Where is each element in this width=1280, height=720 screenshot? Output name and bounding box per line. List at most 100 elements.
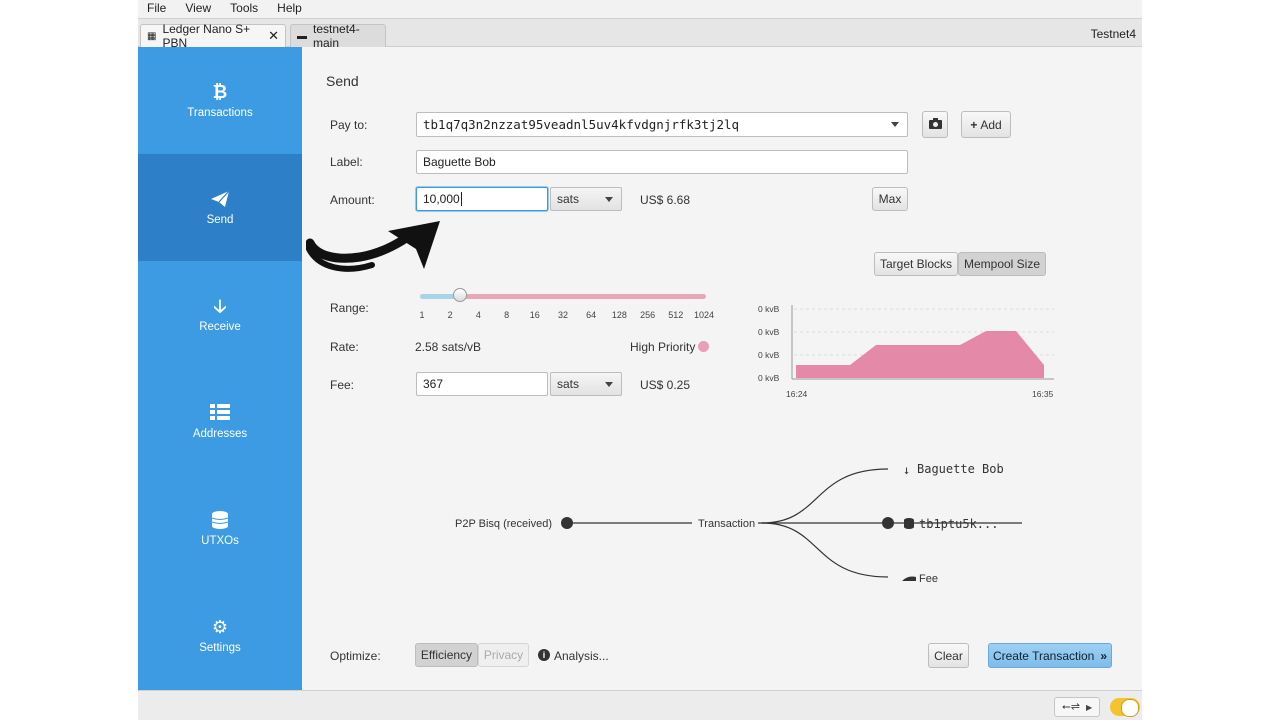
menu-tools[interactable]: Tools [221, 0, 268, 18]
camera-icon [928, 117, 942, 132]
amount-input[interactable]: 10,000 [416, 187, 548, 211]
transaction-label: Transaction [698, 518, 755, 530]
x-tick-label: 16:24 [786, 389, 808, 399]
rate-label: Rate: [330, 340, 359, 354]
y-tick-label: 0 kvB [758, 350, 780, 360]
create-label: Create Transaction [992, 648, 1095, 663]
max-label: Max [878, 192, 902, 206]
tab-bar: ▦ Ledger Nano S+ PBN ✕ ▬ testnet4-main T… [138, 18, 1142, 50]
online-toggle[interactable] [1110, 698, 1140, 717]
y-tick-label: 0 kvB [758, 327, 780, 337]
arrow-down-icon: 🡣 [213, 295, 227, 316]
fee-input[interactable]: 367 [416, 372, 548, 396]
clear-button[interactable]: Clear [928, 643, 969, 668]
clear-label: Clear [934, 648, 963, 663]
sidebar-label-send: Send [206, 213, 234, 226]
range-tick-label: 32 [557, 310, 569, 320]
paper-plane-icon [210, 190, 230, 208]
wallet-icon: ▦ [147, 30, 157, 42]
status-bar: ⭠⇌ ▶ [138, 690, 1142, 720]
sidebar-item-send[interactable]: Send [138, 154, 302, 261]
change-node[interactable] [882, 517, 894, 529]
sidebar-label-addresses: Addresses [192, 427, 248, 440]
annotation-arrow-icon [306, 221, 440, 272]
fee-value: 367 [423, 377, 444, 391]
mempool-chart: 0 kvB 0 kvB 0 kvB 0 kvB 16:24 16:35 [758, 304, 1054, 399]
menu-file[interactable]: File [138, 0, 176, 18]
sidebar-label-settings: Settings [199, 641, 241, 654]
range-tick-label: 2 [447, 310, 453, 320]
pay-to-label: Pay to: [330, 118, 368, 132]
label-input[interactable]: Baguette Bob [416, 150, 908, 174]
priority-label: High Priority [630, 340, 696, 354]
chevron-down-icon[interactable] [891, 122, 899, 127]
pay-to-input[interactable]: tb1q7q3n2nzzat95veadnl5uv4kfvdgnjrfk3tj2… [416, 112, 908, 137]
caret-right-icon: ▶ [1085, 702, 1093, 712]
range-label: Range: [330, 301, 369, 315]
tab-wallet-label: Ledger Nano S+ PBN [162, 22, 251, 50]
range-tick-label: 1 [419, 310, 425, 320]
sidebar-item-receive[interactable]: 🡣 Receive [138, 261, 302, 368]
sidebar-item-settings[interactable]: ⚙ Settings [138, 582, 302, 689]
scan-qr-button[interactable] [922, 111, 948, 138]
sidebar-item-transactions[interactable]: ₿ Transactions [138, 47, 302, 154]
fee-unit-select[interactable]: sats [550, 372, 622, 396]
menu-bar: File View Tools Help [138, 0, 1142, 18]
max-button[interactable]: Max [872, 187, 908, 211]
range-tick-label: 128 [611, 310, 627, 320]
slider-thumb[interactable] [453, 288, 468, 302]
sidebar-label-receive: Receive [199, 320, 241, 333]
sidebar: ₿ Transactions Send 🡣 Receive Addresses … [138, 47, 302, 690]
efficiency-label: Efficiency [420, 648, 473, 662]
input-label: P2P Bisq (received) [455, 518, 552, 530]
x-tick-label: 16:35 [1032, 389, 1054, 399]
priority-dot [698, 341, 709, 352]
arrow-down-icon: ↓ [903, 463, 910, 477]
analysis-link[interactable]: Analysis... [554, 649, 609, 663]
app-window: File View Tools Help ▦ Ledger Nano S+ PB… [138, 0, 1142, 720]
output-recipient[interactable]: Baguette Bob [917, 462, 1004, 476]
tab-other-label: testnet4-main [313, 22, 360, 50]
label-value: Baguette Bob [423, 155, 496, 169]
usb-device-button[interactable]: ⭠⇌ ▶ [1054, 697, 1100, 717]
add-label: Add [980, 117, 1002, 132]
mempool-size-toggle[interactable]: Mempool Size [958, 252, 1046, 276]
gear-icon: ⚙ [211, 616, 229, 637]
target-blocks-toggle[interactable]: Target Blocks [874, 252, 958, 276]
output-change[interactable]: tb1ptu5k... [919, 517, 998, 531]
y-tick-label: 0 kvB [758, 304, 780, 314]
sidebar-item-utxos[interactable]: UTXOs [138, 475, 302, 582]
menu-view[interactable]: View [176, 0, 221, 18]
amount-unit-select[interactable]: sats [550, 187, 622, 211]
info-icon: i [538, 649, 550, 661]
input-node[interactable] [561, 517, 573, 529]
page-title: Send [326, 73, 359, 89]
create-transaction-button[interactable]: Create Transaction » [988, 643, 1112, 668]
transaction-diagram: P2P Bisq (received) Transaction ↓ Baguet… [455, 462, 1022, 585]
range-tick-label: 8 [504, 310, 510, 320]
close-icon[interactable]: ✕ [268, 28, 279, 44]
rate-value: 2.58 sats/vB [415, 340, 482, 354]
plus-icon: + [970, 117, 978, 132]
efficiency-toggle[interactable]: Efficiency [415, 643, 478, 667]
mempool-size-label: Mempool Size [963, 257, 1041, 271]
tab-testnet4-main[interactable]: ▬ testnet4-main [290, 22, 386, 50]
range-tick-label: 4 [475, 310, 481, 320]
range-tick-label: 64 [586, 310, 597, 320]
sidebar-item-addresses[interactable]: Addresses [138, 368, 302, 475]
usb-icon: ⭠⇌ [1061, 701, 1080, 713]
output-fee: Fee [919, 573, 938, 585]
tab-wallet[interactable]: ▦ Ledger Nano S+ PBN ✕ [140, 22, 286, 50]
privacy-label: Privacy [483, 648, 524, 662]
menu-help[interactable]: Help [268, 0, 312, 18]
add-recipient-button[interactable]: + Add [961, 111, 1011, 138]
coins-icon [210, 510, 230, 529]
chevron-down-icon [605, 382, 613, 387]
fee-unit: sats [557, 377, 580, 391]
optimize-label: Optimize: [330, 649, 381, 663]
double-chevron-right-icon: » [1100, 648, 1108, 663]
label-label: Label: [330, 155, 363, 169]
amount-label: Amount: [330, 193, 375, 207]
folder-icon: ▬ [297, 30, 307, 42]
chevron-down-icon [605, 197, 613, 202]
